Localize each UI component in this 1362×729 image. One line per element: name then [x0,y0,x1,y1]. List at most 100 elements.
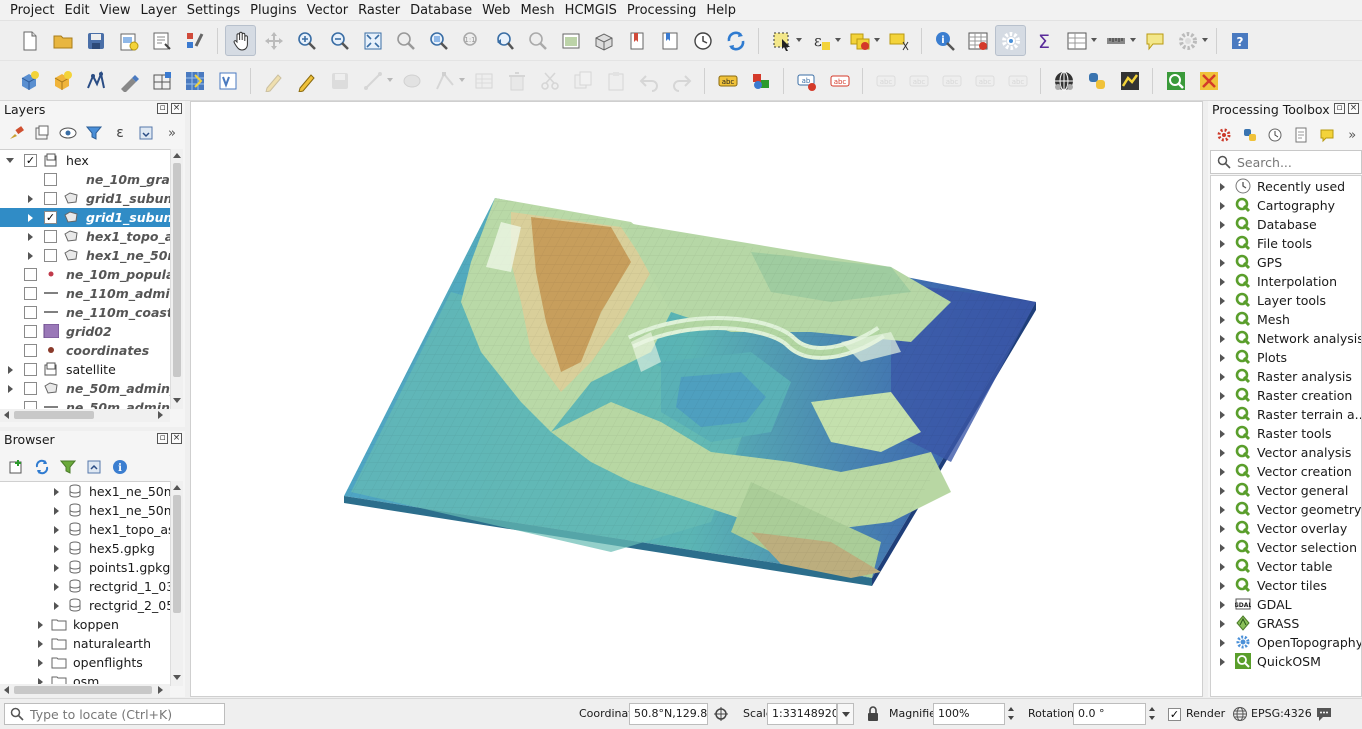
processing-group-row[interactable]: OpenTopography [1211,633,1361,652]
add-feature-icon[interactable] [396,65,427,96]
label-disabled-icon[interactable]: abc [969,65,1000,96]
map-canvas[interactable] [190,101,1203,697]
show-bookmarks-icon[interactable] [654,25,685,56]
menu-edit[interactable]: Edit [59,0,94,21]
browser-file-row[interactable]: points1.gpkg [0,558,170,577]
new-shapefile-icon[interactable] [47,65,78,96]
browser-file-row[interactable]: hex1_ne_50m_ [0,501,170,520]
new-geopackage-icon[interactable] [14,65,45,96]
layers-hscrollbar[interactable] [0,409,170,422]
expand-arrow-icon[interactable] [26,213,36,223]
zoom-in-icon[interactable] [291,25,322,56]
expand-arrow-icon[interactable] [52,506,62,516]
new-mesh-icon[interactable] [146,65,177,96]
eye-icon[interactable] [58,123,78,143]
processing-group-row[interactable]: Mesh [1211,310,1361,329]
results-icon[interactable] [1291,125,1311,145]
browser-hscrollbar[interactable] [0,684,170,697]
refresh-icon[interactable] [720,25,751,56]
processing-group-row[interactable]: Raster terrain a... [1211,405,1361,424]
expand-arrow-icon[interactable] [1218,467,1228,477]
layer-row[interactable]: ne_110m_admin_0_ [0,284,170,303]
processing-group-row[interactable]: Raster creation [1211,386,1361,405]
mouse-coordinates-icon[interactable] [713,706,729,722]
history-icon[interactable] [1265,125,1285,145]
measure-icon[interactable] [1100,25,1136,56]
new-map-view-icon[interactable] [555,25,586,56]
processing-group-row[interactable]: GRASS [1211,614,1361,633]
zoom-layer-icon[interactable] [423,25,454,56]
expand-arrow-icon[interactable] [26,232,36,242]
menu-mesh[interactable]: Mesh [515,0,559,21]
expand-arrow-icon[interactable] [52,544,62,554]
layer-row[interactable]: hex1_topo_asp [0,227,170,246]
processing-group-row[interactable]: Vector tiles [1211,576,1361,595]
expand-arrow-icon[interactable] [1218,524,1228,534]
add-group-icon[interactable] [32,123,52,143]
lock-icon[interactable] [866,706,880,722]
browser-folder-row[interactable]: openflights [0,653,170,672]
python-icon[interactable] [1240,125,1260,145]
gear-disabled-icon[interactable] [1172,25,1208,56]
save-edits-icon[interactable] [324,65,355,96]
label-icon[interactable]: abc [712,65,743,96]
browser-file-row[interactable]: hex1_topo_asp [0,520,170,539]
processing-group-row[interactable]: Plots [1211,348,1361,367]
menu-hcmgis[interactable]: HCMGIS [560,0,622,21]
open-field-calc-icon[interactable] [1061,25,1097,56]
expand-arrow-icon[interactable] [1218,410,1228,420]
pan-icon[interactable] [225,25,256,56]
new-grid-icon[interactable] [179,65,210,96]
label-disabled-icon[interactable]: abc [903,65,934,96]
cut-icon[interactable] [534,65,565,96]
menu-view[interactable]: View [95,0,136,21]
menu-settings[interactable]: Settings [182,0,245,21]
layer-visibility-checkbox[interactable] [24,382,37,395]
layer-visibility-checkbox[interactable] [24,325,37,338]
info-icon[interactable]: i [110,457,130,477]
layout-manager-icon[interactable] [146,25,177,56]
layers-vscrollbar[interactable] [170,149,183,409]
vertex-tool-icon[interactable] [429,65,465,96]
processing-group-row[interactable]: Vector table [1211,557,1361,576]
bookmark-icon[interactable] [621,25,652,56]
close-icon[interactable]: × [1348,103,1359,114]
diagram-icon[interactable] [745,65,776,96]
expand-arrow-icon[interactable] [1218,353,1228,363]
expand-arrow-icon[interactable] [52,601,62,611]
filter-icon[interactable] [58,457,78,477]
float-icon[interactable]: ▫ [1334,103,1345,114]
expand-arrow-icon[interactable] [52,582,62,592]
layer-visibility-checkbox[interactable]: ✓ [44,211,57,224]
select-expression-icon[interactable]: ε [805,25,841,56]
paste-icon[interactable] [600,65,631,96]
expand-arrow-icon[interactable] [1218,619,1228,629]
expand-arrow-icon[interactable] [1218,277,1228,287]
scale-field[interactable]: 1:33148920 [767,703,837,725]
new-3d-view-icon[interactable] [588,25,619,56]
expand-arrow-icon[interactable] [1218,201,1228,211]
zoom-last-icon[interactable] [489,25,520,56]
expand-arrow-icon[interactable] [1218,429,1228,439]
identify-icon[interactable]: i [929,25,960,56]
menu-processing[interactable]: Processing [622,0,701,21]
browser-file-row[interactable]: hex1_ne_50m_ [0,482,170,501]
expand-arrow-icon[interactable] [1218,182,1228,192]
expand-arrow-icon[interactable] [1218,562,1228,572]
layer-visibility-checkbox[interactable]: ✓ [24,154,37,167]
locator-input[interactable]: Type to locate (Ctrl+K) [4,703,225,725]
browser-file-row[interactable]: rectgrid_2_05. [0,596,170,615]
expand-arrow-icon[interactable] [1218,543,1228,553]
zoom-native-icon[interactable]: 1:1 [456,25,487,56]
open-project-icon[interactable] [47,25,78,56]
browser-file-row[interactable]: hex5.gpkg [0,539,170,558]
label-disabled-icon[interactable]: abc [936,65,967,96]
models-icon[interactable] [1214,125,1234,145]
messages-icon[interactable] [1315,705,1333,723]
deselect-icon[interactable] [844,25,880,56]
refresh-icon[interactable] [32,457,52,477]
copy-icon[interactable] [567,65,598,96]
processing-group-row[interactable]: GDAL GDAL [1211,595,1361,614]
expand-arrow-icon[interactable] [1218,505,1228,515]
layer-visibility-checkbox[interactable] [44,192,57,205]
